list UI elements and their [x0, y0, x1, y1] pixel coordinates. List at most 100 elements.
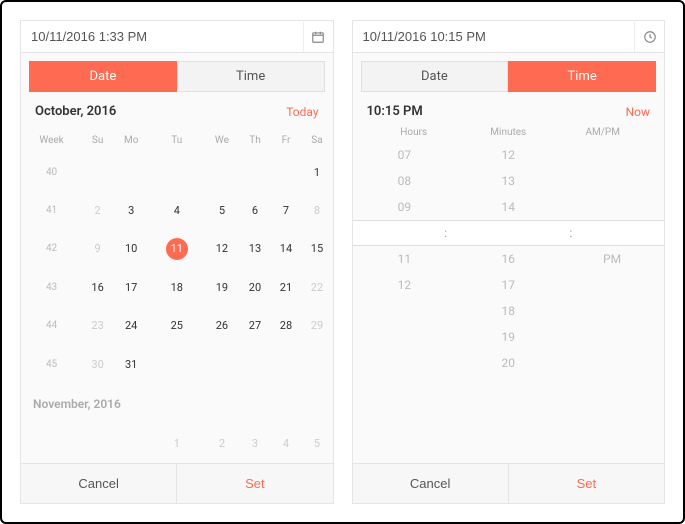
tabs: Date Time [21, 53, 333, 100]
calendar-day[interactable]: 12 [204, 230, 239, 268]
week-number: 40 [21, 153, 82, 191]
time-option[interactable]: 20 [456, 350, 560, 376]
calendar-day[interactable]: 6 [240, 191, 271, 229]
calendar-day[interactable]: 5 [301, 425, 332, 463]
datetime-input[interactable] [21, 21, 303, 52]
minutes-column[interactable]: 121314151617181920 [456, 142, 560, 463]
time-option[interactable]: 15 [456, 220, 560, 246]
time-option[interactable]: 12 [456, 142, 560, 168]
calendar-day[interactable]: 4 [270, 425, 301, 463]
dow-header: Fr [270, 127, 301, 153]
time-option[interactable]: 09 [353, 194, 457, 220]
set-button[interactable]: Set [508, 464, 664, 503]
time-option[interactable]: 07 [353, 142, 457, 168]
calendar-day[interactable]: 15 [301, 230, 332, 268]
calendar-day[interactable]: 16 [82, 268, 113, 306]
calendar-day [270, 153, 301, 191]
dow-header: Week [21, 127, 82, 153]
next-month-title: November, 2016 [21, 383, 333, 424]
calendar-day[interactable]: 23 [82, 307, 113, 345]
calendar-day[interactable]: 5 [204, 191, 239, 229]
clock-icon[interactable] [634, 22, 664, 52]
hours-column[interactable]: 070809101112 [353, 142, 457, 463]
time-option[interactable]: 16 [456, 246, 560, 272]
ampm-column[interactable]: AMPM [560, 142, 664, 463]
calendar-day[interactable]: 24 [113, 307, 149, 345]
week-number: 41 [21, 191, 82, 229]
time-option[interactable]: 10 [353, 220, 457, 246]
cancel-button[interactable]: Cancel [353, 464, 508, 503]
set-button[interactable]: Set [176, 464, 332, 503]
calendar-day [270, 345, 301, 383]
week-number [21, 425, 82, 463]
time-option [560, 142, 664, 168]
time-option[interactable]: 13 [456, 168, 560, 194]
time-option[interactable]: 08 [353, 168, 457, 194]
calendar-day[interactable]: 28 [270, 307, 301, 345]
calendar-day [204, 345, 239, 383]
time-option[interactable]: 17 [456, 272, 560, 298]
calendar-day[interactable]: 18 [149, 268, 204, 306]
week-number: 45 [21, 345, 82, 383]
calendar-day[interactable]: 21 [270, 268, 301, 306]
time-option[interactable]: 12 [353, 272, 457, 298]
calendar-day[interactable]: 19 [204, 268, 239, 306]
today-link[interactable]: Today [286, 105, 318, 119]
calendar-day[interactable]: 3 [240, 425, 271, 463]
calendar-day[interactable]: 25 [149, 307, 204, 345]
calendar-day[interactable]: 3 [113, 191, 149, 229]
tab-date[interactable]: Date [29, 61, 177, 92]
time-column-labels: Hours Minutes AM/PM [353, 127, 665, 142]
dow-header: Mo [113, 127, 149, 153]
week-number: 42 [21, 230, 82, 268]
calendar-day [113, 153, 149, 191]
calendar-day[interactable]: 1 [301, 153, 332, 191]
calendar-day[interactable]: 22 [301, 268, 332, 306]
cancel-button[interactable]: Cancel [21, 464, 176, 503]
dow-header: We [204, 127, 239, 153]
time-option[interactable]: 14 [456, 194, 560, 220]
time-option[interactable]: 19 [456, 324, 560, 350]
datetime-input[interactable] [353, 21, 635, 52]
week-number: 44 [21, 307, 82, 345]
calendar-day[interactable]: 13 [240, 230, 271, 268]
time-option[interactable]: PM [560, 246, 664, 272]
calendar-day[interactable]: 9 [82, 230, 113, 268]
calendar-day[interactable]: 31 [113, 345, 149, 383]
calendar-day [149, 345, 204, 383]
dow-header: Sa [301, 127, 332, 153]
time-option[interactable]: AM [560, 220, 664, 246]
calendar-day[interactable]: 17 [113, 268, 149, 306]
calendar-day[interactable]: 20 [240, 268, 271, 306]
now-link[interactable]: Now [626, 105, 650, 119]
minutes-label: Minutes [461, 127, 556, 138]
tab-date[interactable]: Date [361, 61, 509, 92]
calendar-day[interactable]: 11 [149, 230, 204, 268]
calendar-day[interactable]: 2 [204, 425, 239, 463]
calendar-day[interactable]: 26 [204, 307, 239, 345]
month-title: October, 2016 [35, 104, 116, 119]
calendar-day[interactable]: 27 [240, 307, 271, 345]
tab-time[interactable]: Time [508, 61, 656, 92]
footer: Cancel Set [21, 463, 333, 503]
calendar-day[interactable]: 1 [149, 425, 204, 463]
calendar-icon[interactable] [303, 22, 333, 52]
calendar-day[interactable]: 10 [113, 230, 149, 268]
time-option[interactable]: 18 [456, 298, 560, 324]
calendar-day [82, 153, 113, 191]
tab-time[interactable]: Time [177, 61, 325, 92]
calendar-day[interactable]: 7 [270, 191, 301, 229]
time-header: 10:15 PM Now [353, 100, 665, 127]
calendar-day[interactable]: 14 [270, 230, 301, 268]
calendar-day[interactable]: 30 [82, 345, 113, 383]
calendar-day [240, 153, 271, 191]
tabs: Date Time [353, 53, 665, 100]
footer: Cancel Set [353, 463, 665, 503]
calendar-day[interactable]: 29 [301, 307, 332, 345]
calendar-day[interactable]: 4 [149, 191, 204, 229]
calendar-day [82, 425, 113, 463]
calendar-day[interactable]: 8 [301, 191, 332, 229]
time-title: 10:15 PM [367, 104, 423, 119]
time-option[interactable]: 11 [353, 246, 457, 272]
calendar-day[interactable]: 2 [82, 191, 113, 229]
